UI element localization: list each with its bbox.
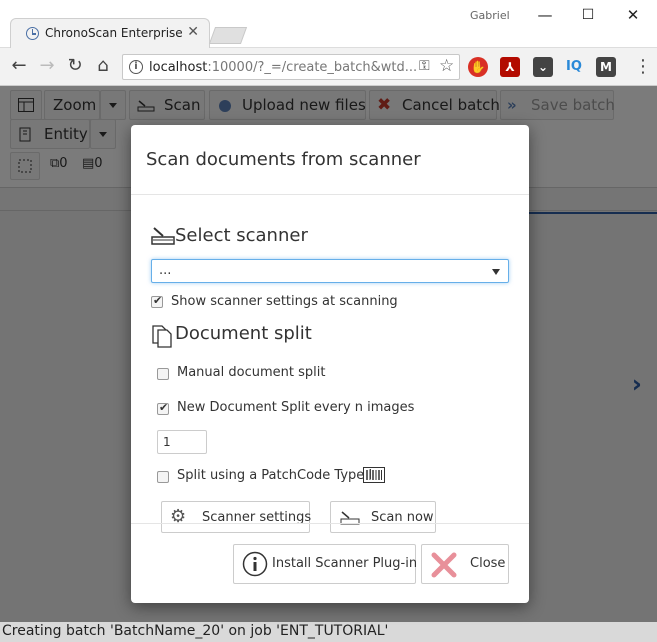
bookmark-star-icon[interactable]: ☆ [439,56,454,76]
home-icon[interactable]: ⌂ [92,55,114,77]
every-n-checkbox[interactable] [157,401,169,415]
maximize-icon[interactable]: ☐ [577,4,599,26]
scanner-select-value: ... [159,263,172,278]
url-text[interactable]: localhost:10000/?_=/create_batch&wtd... [149,60,417,75]
pocket-icon[interactable]: ⌄ [533,57,553,77]
browser-tab[interactable]: ChronoScan Enterprise ✕ [10,18,210,48]
scanner-settings-button[interactable]: ⚙ Scanner settings [161,501,311,533]
scan-now-button[interactable]: Scan now [330,501,436,533]
manual-split-label: Manual document split [177,365,326,380]
window-close-icon[interactable]: ✕ [622,4,644,26]
iq-icon[interactable]: IQ [564,57,584,77]
browser-menu-icon[interactable]: ⋮ [634,57,652,77]
browser-toolbar: ← → ↻ ⌂ i localhost:10000/?_=/create_bat… [0,48,657,86]
profile-name[interactable]: Gabriel [470,9,510,22]
address-bar[interactable]: i localhost:10000/?_=/create_batch&wtd..… [122,54,460,80]
browser-titlebar: ChronoScan Enterprise ✕ Gabriel — ☐ ✕ [0,0,657,48]
close-x-icon [431,552,457,578]
key-icon[interactable]: ⚿ [419,58,430,74]
select-scanner-title: Select scanner [175,225,308,246]
scan-dialog: Scan documents from scanner Select scann… [131,125,529,603]
info-icon[interactable]: i [129,60,143,74]
modal-footer-divider [131,523,529,524]
patchcode-checkbox[interactable] [157,471,169,483]
forward-icon[interactable]: → [36,55,58,77]
minimize-icon[interactable]: — [534,4,556,26]
show-settings-label: Show scanner settings at scanning [171,294,398,309]
patchcode-label: Split using a PatchCode Type I [177,468,373,483]
m-extension-icon[interactable]: M [596,57,616,77]
status-text: Creating batch 'BatchName_20' on job 'EN… [2,623,389,639]
adblock-icon[interactable]: ✋ [468,57,488,77]
barcode-icon [363,467,385,483]
every-n-label: New Document Split every n images [177,400,415,415]
tab-title: ChronoScan Enterprise [45,26,183,40]
every-n-input[interactable]: 1 [157,430,207,454]
tab-close-icon[interactable]: ✕ [187,24,199,40]
manual-split-checkbox[interactable] [157,368,169,380]
modal-header: Scan documents from scanner [131,125,529,195]
caret-down-icon [492,269,500,275]
install-plugin-button[interactable]: Install Scanner Plug-in [233,544,417,584]
scanner-icon [151,227,175,245]
document-split-title: Document split [175,323,312,344]
pdf-icon[interactable]: ⅄ [500,57,520,77]
info-circle-icon [242,551,268,577]
close-button[interactable]: Close [421,544,509,584]
clock-icon [26,27,39,40]
show-settings-checkbox[interactable] [151,294,163,308]
scanner-select[interactable]: ... [151,259,509,283]
document-split-icon [152,325,172,348]
reload-icon[interactable]: ↻ [64,55,86,77]
new-tab-button[interactable] [208,27,248,44]
modal-title: Scan documents from scanner [146,149,421,170]
back-icon[interactable]: ← [8,55,30,77]
status-bar: Creating batch 'BatchName_20' on job 'EN… [0,622,657,642]
